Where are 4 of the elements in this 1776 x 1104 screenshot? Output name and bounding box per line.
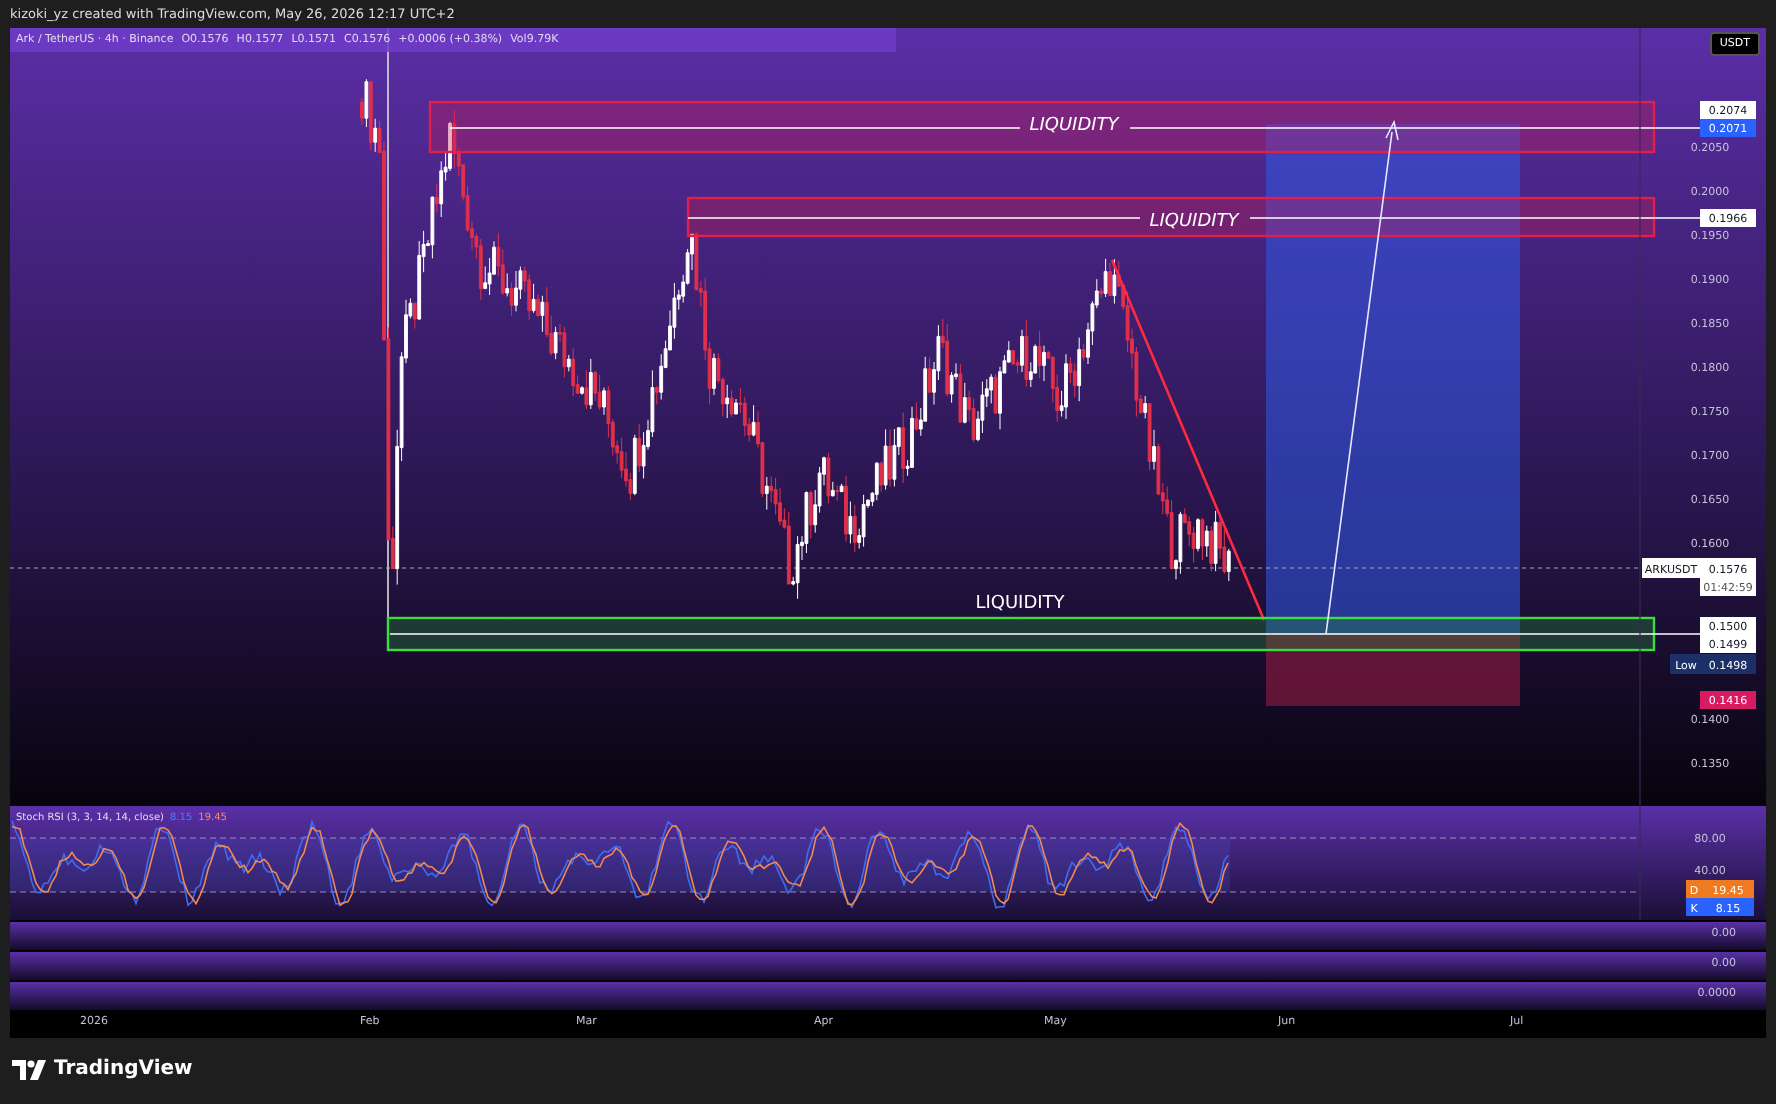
zone-label: LIQUIDITY: [975, 594, 1065, 614]
zone-label: LIQUIDITY: [1029, 116, 1119, 136]
zone-label: LIQUIDITY: [1149, 212, 1239, 232]
brand-name: TradingView: [54, 1058, 193, 1080]
